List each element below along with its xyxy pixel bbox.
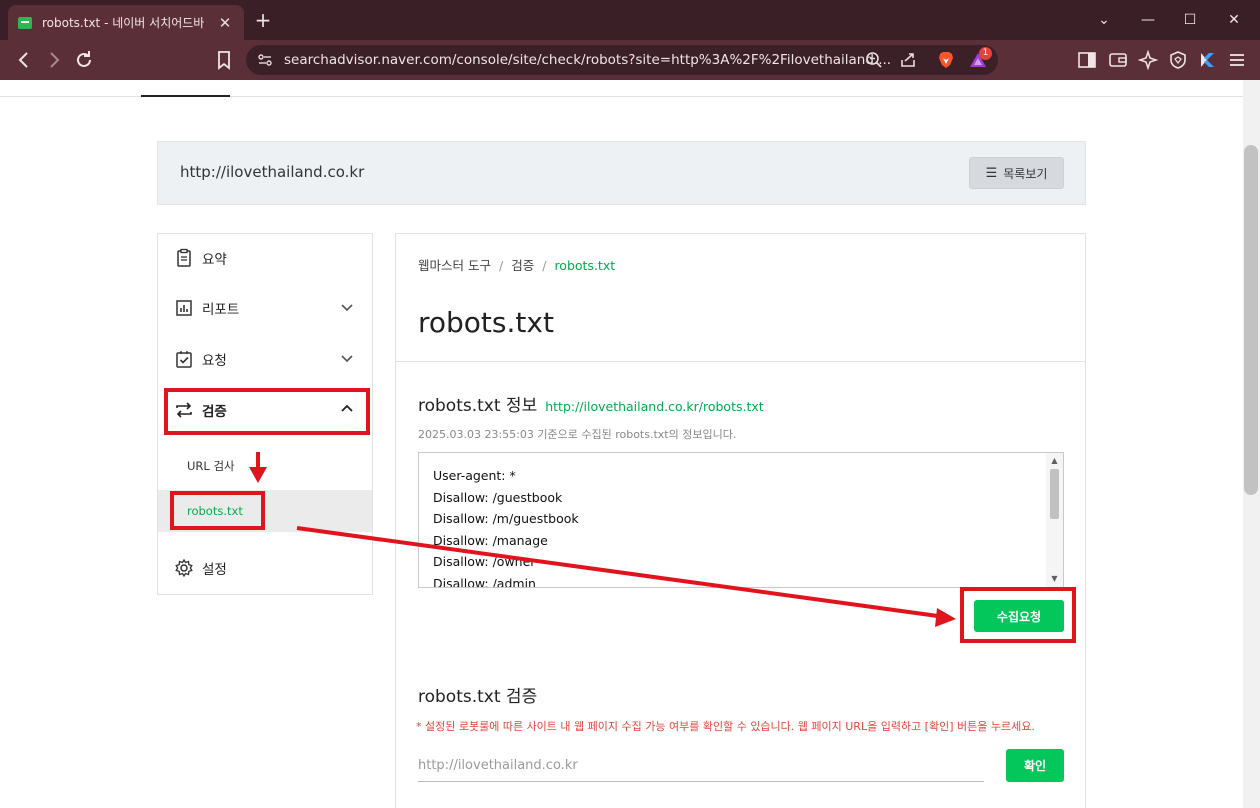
robots-box-scrollbar[interactable]: ▲ ▼ [1046, 453, 1063, 587]
robots-content-box[interactable]: User-agent: * Disallow: /guestbook Disal… [418, 452, 1064, 588]
robots-info-desc: 2025.03.03 23:55:03 기준으로 수집된 robots.txt의… [418, 428, 737, 441]
brave-shield-icon[interactable] [936, 50, 956, 70]
clipboard-icon [177, 248, 191, 267]
sidebar-item-label: 요청 [202, 353, 227, 369]
scroll-up-icon[interactable]: ▲ [1049, 456, 1060, 466]
naver-favicon-icon [18, 16, 32, 29]
reload-icon[interactable] [72, 48, 96, 72]
top-nav-active-indicator [141, 95, 230, 97]
chevron-down-icon[interactable] [340, 351, 354, 365]
zoom-icon[interactable] [864, 50, 884, 70]
verify-warning: * 설정된 로봇룰에 따른 사이트 내 웹 페이지 수집 가능 여부를 확인할 … [416, 720, 1035, 733]
robots-info-heading: robots.txt 정보 http://ilovethailand.co.kr/… [418, 391, 764, 416]
chevron-down-icon[interactable] [340, 300, 354, 314]
sidebar-subitem-url-inspect[interactable]: URL 검사 [158, 445, 372, 487]
list-view-button[interactable]: ☰ 목록보기 [969, 157, 1064, 189]
page-scroll-thumb[interactable] [1244, 145, 1258, 495]
annotation-box-verify [164, 388, 370, 435]
robots-line: Disallow: /m/guestbook [433, 511, 579, 527]
annotation-box-robots [170, 491, 265, 530]
breadcrumb-item[interactable]: 웹마스터 도구 [418, 258, 491, 273]
breadcrumb-current: robots.txt [554, 258, 616, 273]
content-divider [396, 361, 1085, 362]
chart-icon [176, 300, 192, 316]
url-text: searchadvisor.naver.com/console/site/che… [284, 52, 892, 68]
tab-close-icon[interactable]: ✕ [216, 14, 234, 32]
confirm-button[interactable]: 확인 [1006, 749, 1064, 782]
back-icon[interactable] [12, 48, 36, 72]
bookmark-icon[interactable] [212, 48, 236, 72]
sidebar-item-request[interactable]: 요청 [158, 335, 372, 383]
address-bar[interactable]: searchadvisor.naver.com/console/site/che… [246, 45, 998, 75]
robots-info-title: robots.txt 정보 [418, 396, 538, 416]
robots-line: Disallow: /guestbook [433, 489, 563, 505]
vpn-icon[interactable] [1167, 49, 1189, 71]
menu-icon[interactable] [1226, 49, 1248, 71]
site-url: http://ilovethailand.co.kr [180, 163, 365, 181]
rewards-badge: 1 [979, 47, 992, 60]
breadcrumb-item[interactable]: 검증 [511, 258, 534, 273]
robots-box-scroll-thumb[interactable] [1050, 469, 1059, 519]
share-icon[interactable] [898, 50, 918, 70]
main-content: 웹마스터 도구 / 검증 / robots.txt robots.txt robots.… [395, 233, 1086, 808]
gear-icon [175, 558, 193, 578]
maximize-button[interactable]: ☐ [1178, 8, 1202, 32]
site-bar: http://ilovethailand.co.kr ☰ 목록보기 [157, 141, 1086, 205]
sidebar-item-settings[interactable]: 설정 [158, 544, 372, 592]
tab-search-icon[interactable]: ⌄ [1092, 8, 1116, 32]
sidebar-item-summary[interactable]: 요약 [158, 234, 372, 282]
list-view-label: 목록보기 [1003, 166, 1048, 181]
browser-tab-bar: robots.txt - 네이버 서치어드바 ✕ + ⌄ — ☐ ✕ [0, 0, 1260, 40]
wallet-icon[interactable] [1107, 49, 1129, 71]
sidebar-item-report[interactable]: 리포트 [158, 284, 372, 332]
extension-icon[interactable] [1196, 49, 1218, 71]
site-info-icon[interactable] [256, 51, 274, 69]
browser-tab[interactable]: robots.txt - 네이버 서치어드바 ✕ [8, 5, 244, 40]
leo-ai-icon[interactable] [1137, 49, 1159, 71]
forward-icon[interactable] [42, 48, 66, 72]
page-title: robots.txt [418, 306, 554, 339]
sidebar-item-label: 설정 [202, 562, 227, 578]
sidebar-item-label: 요약 [202, 252, 227, 268]
list-icon: ☰ [985, 165, 998, 181]
robots-url-link[interactable]: http://ilovethailand.co.kr/robots.txt [545, 399, 763, 414]
breadcrumb: 웹마스터 도구 / 검증 / robots.txt [418, 258, 616, 273]
annotation-box-collect [960, 587, 1076, 643]
sidebar-icon[interactable] [1076, 49, 1098, 71]
robots-line: Disallow: /manage [433, 532, 548, 548]
tab-title: robots.txt - 네이버 서치어드바 [42, 16, 205, 30]
close-window-button[interactable]: ✕ [1222, 8, 1246, 32]
sidebar-subitem-label: URL 검사 [187, 459, 235, 473]
robots-line: Disallow: /owner [433, 554, 536, 570]
new-tab-button[interactable]: + [252, 9, 274, 31]
page-content: http://ilovethailand.co.kr ☰ 목록보기 요약 리포트… [0, 80, 1243, 808]
sidebar-item-label: 리포트 [202, 302, 240, 318]
robots-lines: User-agent: * Disallow: /guestbook Disal… [433, 465, 579, 588]
scroll-down-icon[interactable]: ▼ [1049, 574, 1060, 584]
verify-url-input[interactable] [418, 750, 984, 782]
robots-line: User-agent: * [433, 468, 516, 483]
robots-line: Disallow: /admin [433, 575, 536, 588]
minimize-button[interactable]: — [1136, 8, 1160, 32]
browser-toolbar: searchadvisor.naver.com/console/site/che… [0, 40, 1260, 80]
checklist-icon [176, 351, 192, 368]
robots-verify-heading: robots.txt 검증 [418, 687, 538, 707]
